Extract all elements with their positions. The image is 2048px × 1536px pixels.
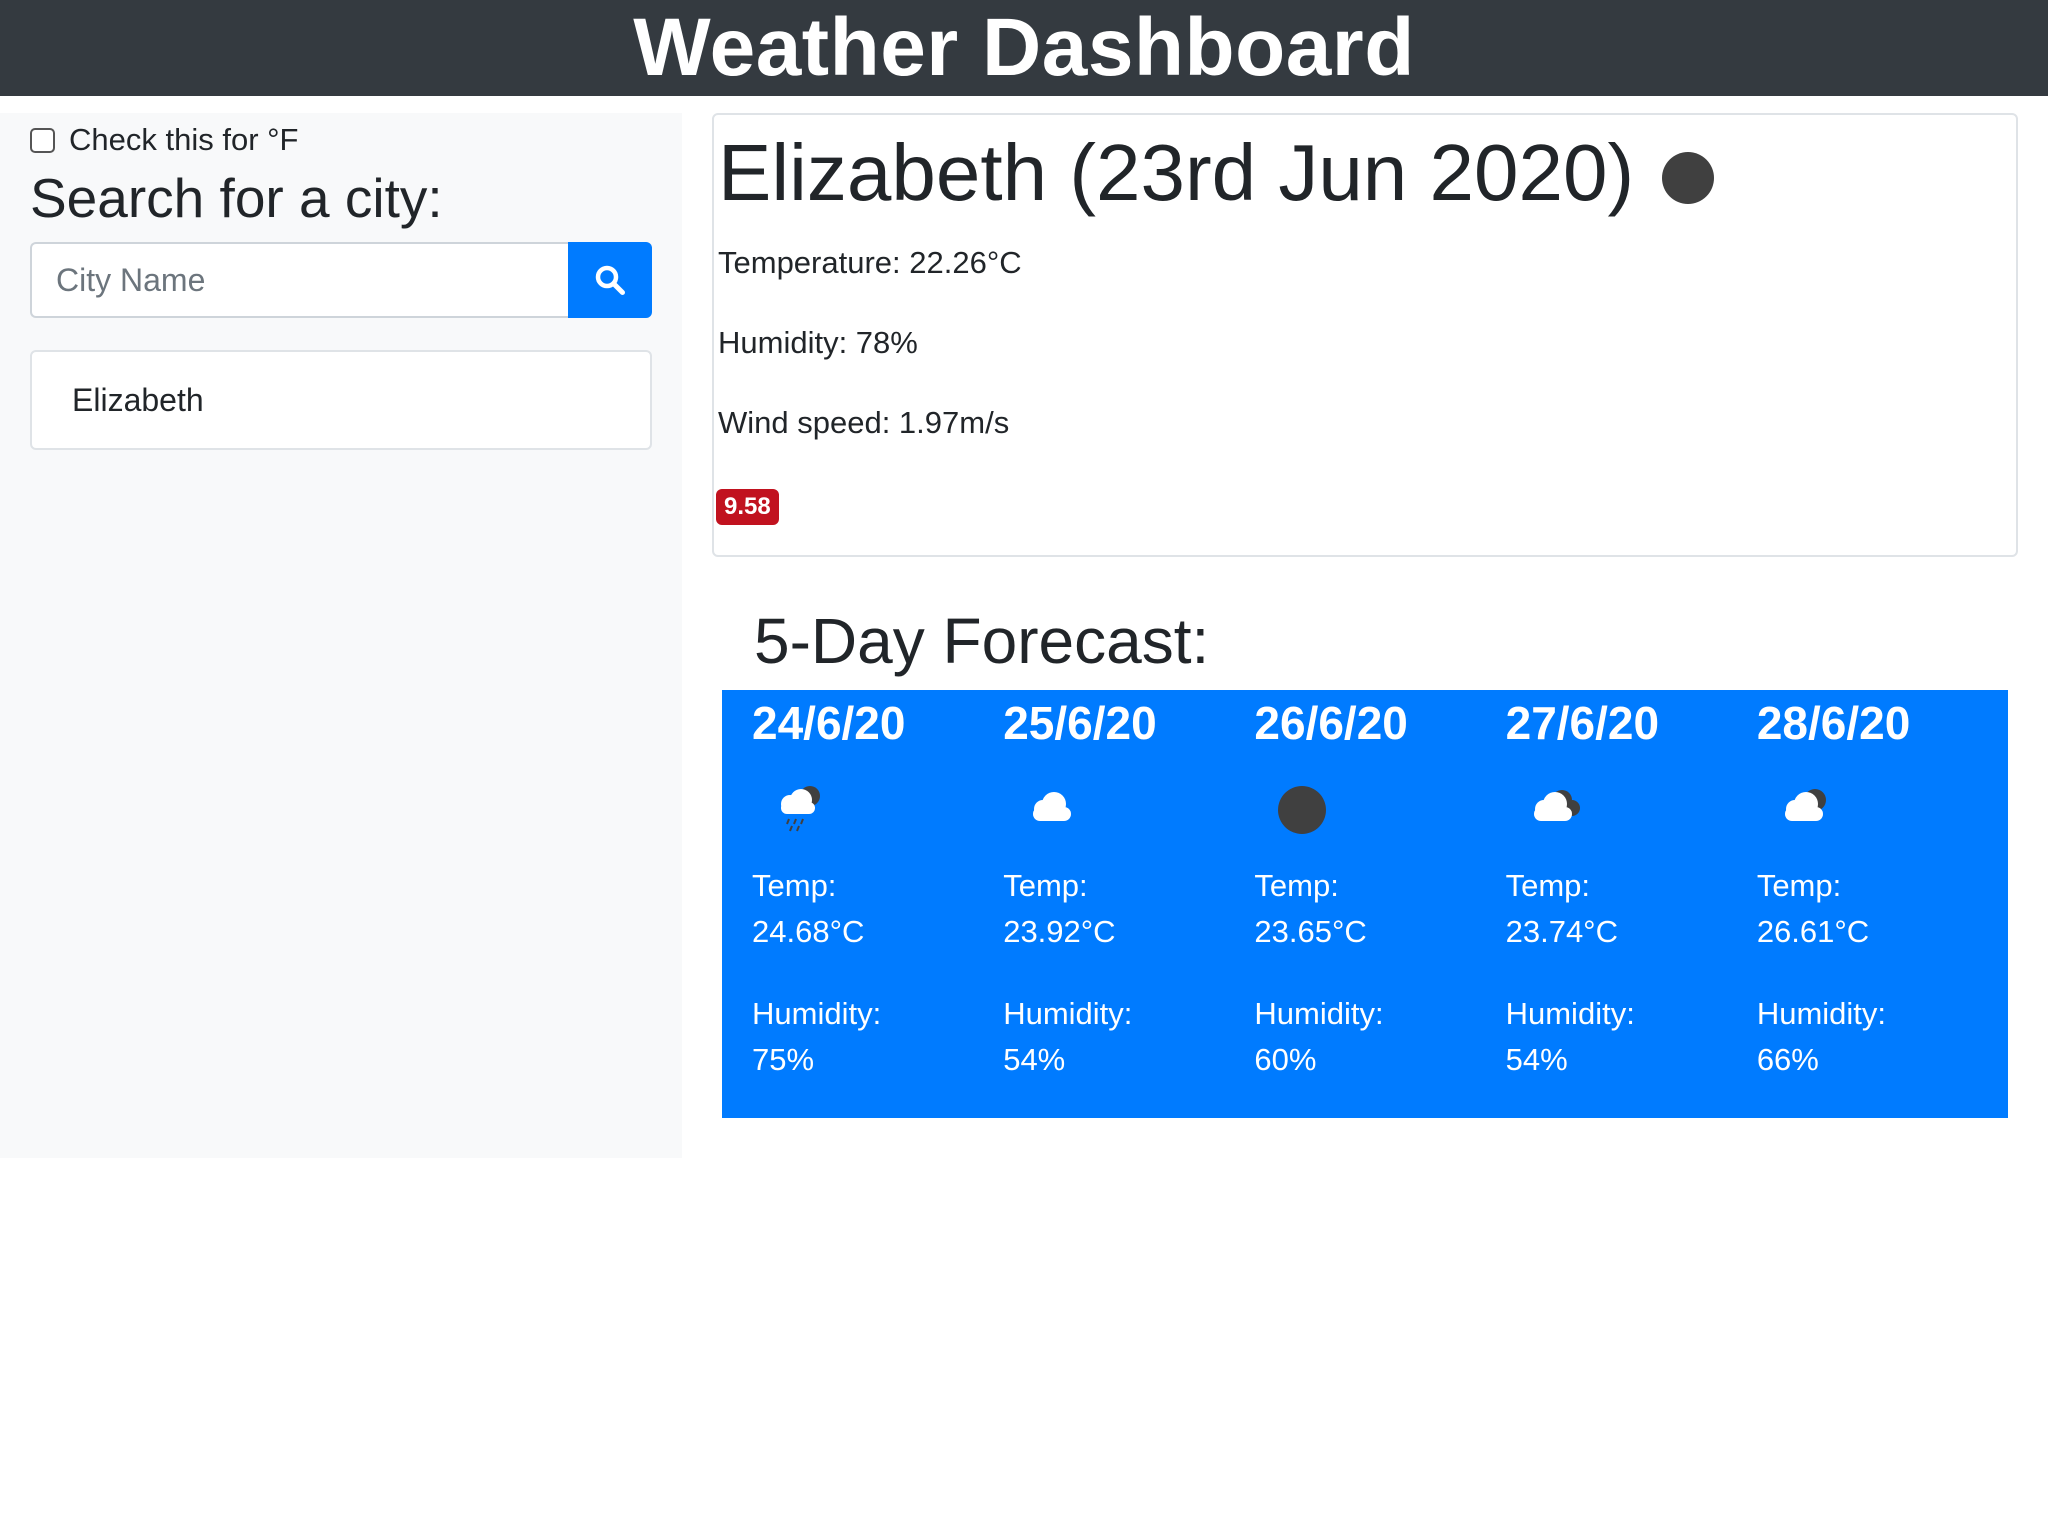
current-temperature: Temperature: 22.26°C — [718, 245, 1022, 280]
forecast-humidity: 66% — [1756, 1042, 1819, 1077]
forecast-temp: 23.74°C — [1505, 914, 1618, 949]
unit-toggle[interactable]: Check this for °F — [30, 122, 298, 158]
forecast-humidity-label: Humidity: — [752, 996, 882, 1031]
forecast-date: 28/6/20 — [1756, 697, 1911, 749]
search-group — [30, 242, 652, 318]
forecast-panel: 24/6/20 Temp: 24.68°C Humidity: 75% 25/6… — [722, 690, 2008, 1118]
cloud-icon — [1033, 792, 1072, 821]
history-item-label: Elizabeth — [72, 381, 204, 418]
current-weather-title: Elizabeth (23rd Jun 2020) — [718, 127, 1715, 219]
forecast-humidity-label: Humidity: — [1254, 996, 1384, 1031]
forecast-humidity: 54% — [1003, 1042, 1066, 1077]
forecast-humidity: 54% — [1505, 1042, 1568, 1077]
search-button[interactable] — [568, 242, 652, 318]
forecast-day: 24/6/20 Temp: 24.68°C Humidity: 75% — [752, 690, 1003, 1118]
forecast-temp: 26.61°C — [1756, 914, 1870, 949]
uv-index-badge: 9.58 — [716, 489, 779, 525]
forecast-date: 24/6/20 — [752, 697, 906, 749]
forecast-humidity-label: Humidity: — [1003, 996, 1133, 1031]
fahrenheit-checkbox[interactable] — [30, 127, 55, 153]
search-heading: Search for a city: — [30, 167, 443, 229]
night-cloud-icon — [1784, 789, 1826, 821]
navbar: Weather Dashboard — [0, 0, 2048, 96]
forecast-temp: 23.65°C — [1254, 914, 1367, 949]
page-title: Weather Dashboard — [633, 2, 1415, 93]
current-humidity: Humidity: 78% — [718, 325, 918, 360]
forecast-temp-label: Temp: — [1505, 868, 1591, 903]
forecast-date: 27/6/20 — [1505, 697, 1660, 749]
forecast-date: 26/6/20 — [1254, 697, 1408, 749]
current-wind-speed: Wind speed: 1.97m/s — [718, 405, 1010, 440]
rain-cloud-icon — [781, 786, 820, 832]
forecast-date: 25/6/20 — [1003, 697, 1157, 749]
forecast-temp-label: Temp: — [1254, 868, 1339, 903]
moon-icon — [1662, 152, 1715, 204]
city-date-title: Elizabeth (23rd Jun 2020) — [718, 128, 1635, 217]
unit-toggle-label: Check this for °F — [69, 122, 299, 157]
forecast-humidity-label: Humidity: — [1756, 996, 1887, 1031]
forecast-humidity-label: Humidity: — [1505, 996, 1635, 1031]
city-search-input[interactable] — [30, 242, 568, 318]
current-weather-card: Elizabeth (23rd Jun 2020) Temperature: 2… — [712, 113, 2018, 557]
forecast-temp-label: Temp: — [1756, 868, 1842, 903]
forecast-day: 25/6/20 Temp: 23.92°C Humidity: 54% — [1003, 690, 1254, 1118]
forecast-heading: 5-Day Forecast: — [754, 605, 1210, 677]
forecast-day: 28/6/20 Temp: 26.61°C Humidity: 66% — [1757, 690, 2008, 1118]
history-list-item[interactable]: Elizabeth — [30, 350, 652, 450]
broken-clouds-icon — [1533, 790, 1580, 821]
forecast-humidity: 60% — [1254, 1042, 1317, 1077]
forecast-temp-label: Temp: — [1003, 868, 1088, 903]
forecast-humidity: 75% — [752, 1042, 815, 1077]
search-icon — [595, 265, 625, 295]
forecast-day: 26/6/20 Temp: 23.65°C Humidity: 60% — [1254, 690, 1505, 1118]
forecast-temp-label: Temp: — [752, 868, 837, 903]
forecast-temp: 23.92°C — [1003, 914, 1116, 949]
forecast-temp: 24.68°C — [752, 914, 865, 949]
forecast-day: 27/6/20 Temp: 23.74°C Humidity: 54% — [1506, 690, 1757, 1118]
moon-icon — [1278, 786, 1327, 834]
